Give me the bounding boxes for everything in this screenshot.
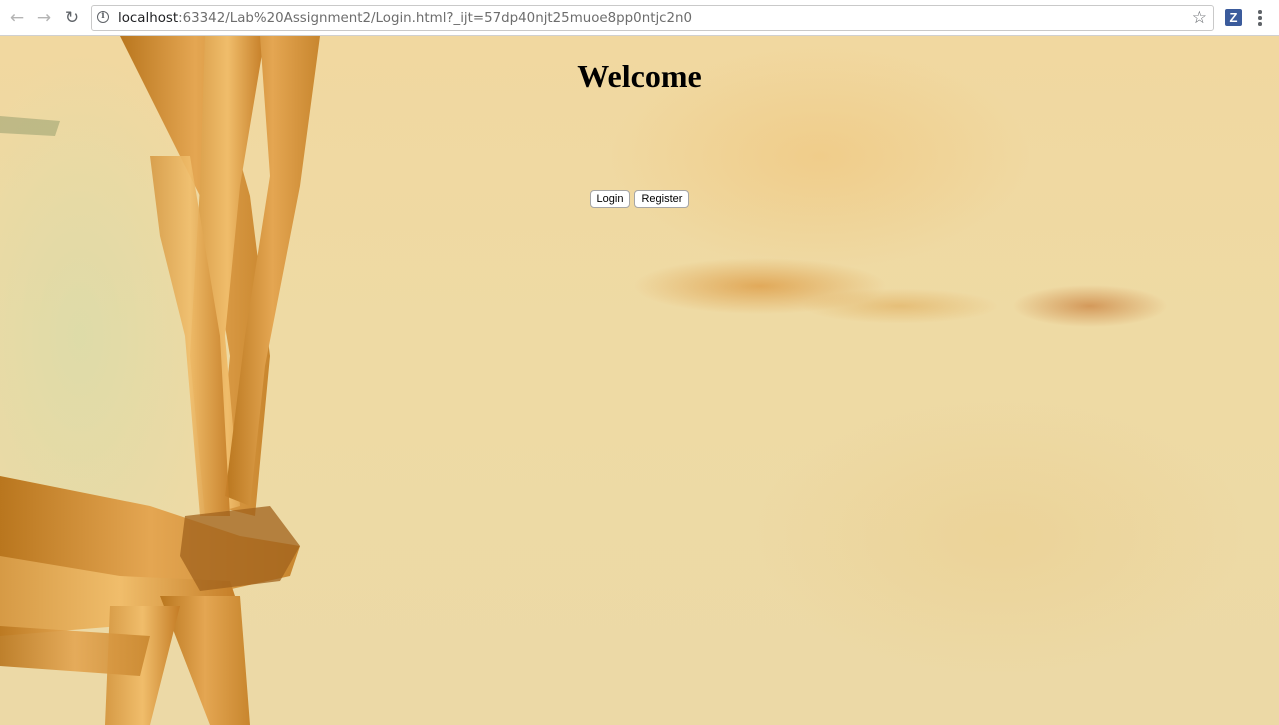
raffia-background-image [0,36,320,725]
reload-icon[interactable]: ↻ [61,7,83,29]
zotero-icon[interactable]: Z [1225,9,1242,26]
address-bar[interactable]: i localhost:63342/Lab%20Assignment2/Logi… [91,5,1214,31]
browser-window: ← → ↻ i localhost:63342/Lab%20Assignment… [0,0,1279,725]
browser-toolbar: ← → ↻ i localhost:63342/Lab%20Assignment… [0,0,1279,36]
url-text[interactable]: localhost:63342/Lab%20Assignment2/Login.… [118,10,692,27]
info-icon[interactable]: i [97,11,109,23]
kebab-menu-icon[interactable] [1253,9,1267,27]
page-title: Welcome [577,58,702,94]
login-button[interactable]: Login [589,190,631,208]
star-icon[interactable]: ☆ [1192,7,1207,29]
url-path: :63342/Lab%20Assignment2/Login.html?_ijt… [178,11,693,26]
arrow-left-icon[interactable]: ← [6,7,28,29]
page-viewport: Welcome Login Register [0,36,1279,725]
url-host: localhost [118,11,179,26]
auth-actions: Login Register [0,190,1279,208]
register-button[interactable]: Register [634,190,690,208]
arrow-right-icon[interactable]: → [33,7,55,29]
